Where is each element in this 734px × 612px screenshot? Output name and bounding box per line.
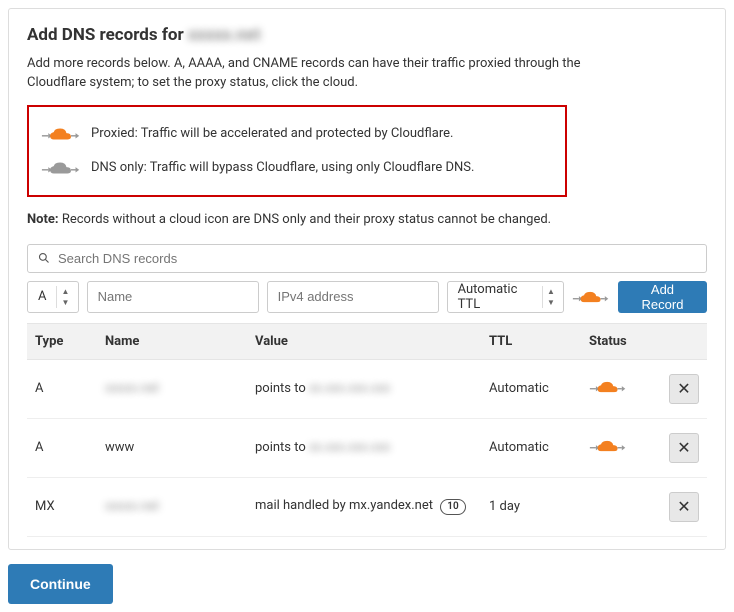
table-row[interactable]: Axxxxx.net points to xx.xxx.xxx.xxx Automa… <box>27 359 707 418</box>
ttl-value: Automatic TTL <box>458 282 538 312</box>
cell-name: xxxxx.net <box>105 381 159 396</box>
records-table: Type Name Value TTL Status Axxxxx.net poi… <box>27 323 707 537</box>
search-icon <box>38 252 50 264</box>
title-domain: xxxxx.net <box>188 25 261 45</box>
record-name-input[interactable] <box>88 282 284 312</box>
record-address-input-wrap <box>267 281 439 313</box>
col-header-ttl: TTL <box>481 323 581 359</box>
add-record-button[interactable]: Add Record <box>618 281 707 313</box>
add-record-row: A ▲▼ Automatic TTL ▲▼ Add Record <box>27 281 707 313</box>
record-type-value: A <box>38 289 52 304</box>
table-row[interactable]: MX xxxxx.net mail handled by mx.yandex.net… <box>27 477 707 536</box>
legend-dnsonly-text: DNS only: Traffic will bypass Cloudflare… <box>91 160 474 175</box>
continue-button[interactable]: Continue <box>8 564 113 604</box>
cell-value: xx.xxx.xxx.xxx <box>309 381 390 396</box>
cell-value-prefix: mail handled by <box>255 498 349 513</box>
cloud-proxied-icon[interactable] <box>589 377 627 397</box>
cell-type: A <box>27 418 97 477</box>
legend-proxied-text: Proxied: Traffic will be accelerated and… <box>91 126 453 141</box>
cell-status <box>581 359 661 418</box>
col-header-name: Name <box>97 323 247 359</box>
cell-value-prefix: points to <box>255 440 309 455</box>
proxy-legend: Proxied: Traffic will be accelerated and… <box>27 105 567 197</box>
cell-name: www <box>105 440 134 455</box>
record-address-input[interactable] <box>268 282 464 312</box>
cell-ttl: Automatic <box>481 359 581 418</box>
note: Note: Records without a cloud icon are D… <box>27 211 587 230</box>
col-header-value: Value <box>247 323 481 359</box>
record-name-input-wrap <box>87 281 259 313</box>
search-input[interactable] <box>58 251 696 266</box>
intro-text: Add more records below. A, AAAA, and CNA… <box>27 55 587 93</box>
stepper-icon: ▲▼ <box>56 286 73 308</box>
cell-value: xx.xxx.xxx.xxx <box>309 440 390 455</box>
note-label: Note: <box>27 212 59 227</box>
delete-button[interactable]: ✕ <box>669 433 699 463</box>
dns-panel: Add DNS records for xxxxx.net Add more r… <box>8 8 726 550</box>
legend-dnsonly: DNS only: Traffic will bypass Cloudflare… <box>41 151 553 185</box>
cell-status <box>581 477 661 536</box>
record-type-select[interactable]: A ▲▼ <box>27 281 79 313</box>
cloud-grey-icon <box>41 157 81 179</box>
search-input-wrap[interactable] <box>27 244 707 273</box>
cell-value: mx.yandex.net <box>349 498 433 513</box>
cell-name: xxxxx.net <box>105 499 159 514</box>
cell-status <box>581 418 661 477</box>
priority-badge: 10 <box>440 499 465 515</box>
cell-type: A <box>27 359 97 418</box>
col-header-type: Type <box>27 323 97 359</box>
cloud-proxied-icon[interactable] <box>589 436 627 456</box>
cell-value-prefix: points to <box>255 381 309 396</box>
cloud-proxied-icon <box>41 123 81 145</box>
ttl-select[interactable]: Automatic TTL ▲▼ <box>447 281 564 313</box>
table-row[interactable]: Awww points to xx.xxx.xxx.xxx Automatic ✕ <box>27 418 707 477</box>
note-text: Records without a cloud icon are DNS onl… <box>59 212 552 227</box>
col-header-status: Status <box>581 323 661 359</box>
cell-type: MX <box>27 477 97 536</box>
delete-button[interactable]: ✕ <box>669 374 699 404</box>
proxy-toggle-icon[interactable] <box>572 287 610 307</box>
stepper-icon: ▲▼ <box>542 286 559 308</box>
legend-proxied: Proxied: Traffic will be accelerated and… <box>41 117 553 151</box>
cell-ttl: Automatic <box>481 418 581 477</box>
delete-button[interactable]: ✕ <box>669 492 699 522</box>
title-prefix: Add DNS records for <box>27 25 188 45</box>
page-title: Add DNS records for xxxxx.net <box>27 25 707 45</box>
cell-ttl: 1 day <box>481 477 581 536</box>
